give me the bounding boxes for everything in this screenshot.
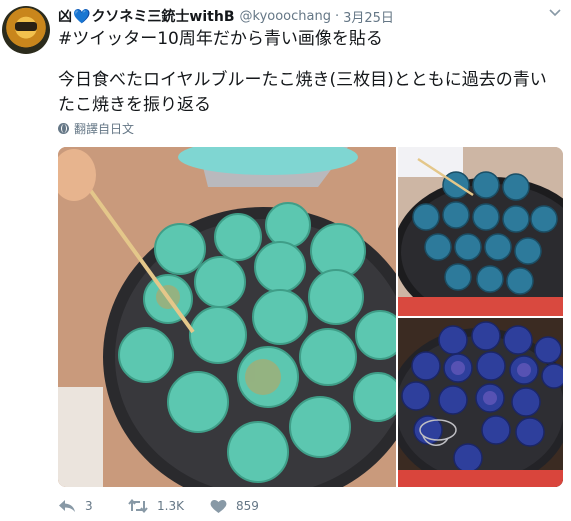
reply-icon bbox=[59, 500, 75, 512]
tweet-text-line-2: 今日食べたロイヤルブルーたこ焼き(三枚目)とともに過去の青いたこ焼きを振り返る bbox=[58, 70, 547, 115]
like-icon bbox=[210, 499, 227, 513]
translate-label: 翻譯自日文 bbox=[74, 122, 135, 136]
like-count: 859 bbox=[236, 499, 259, 513]
user-handle[interactable]: @kyooochang bbox=[240, 9, 331, 24]
tweet-text-line-1: #ツイッター10周年だから青い画像を貼る bbox=[58, 29, 383, 49]
tweet-header: 凶💙クソネミ三銃士withB @kyooochang · 3月25日 bbox=[58, 6, 541, 26]
chevron-down-icon[interactable] bbox=[549, 6, 561, 21]
photo-bottom-right[interactable] bbox=[398, 318, 563, 487]
display-name-suffix: クソネミ三銃士withB bbox=[91, 9, 235, 25]
media-grid bbox=[58, 147, 563, 487]
tweet-actions: 3 1.3K 859 bbox=[58, 495, 290, 517]
translate-link[interactable]: 翻譯自日文 bbox=[58, 120, 134, 137]
photo-top-right[interactable] bbox=[398, 147, 563, 316]
like-button[interactable]: 859 bbox=[210, 499, 290, 514]
globe-icon bbox=[58, 123, 69, 134]
avatar[interactable] bbox=[2, 6, 50, 54]
retweet-icon bbox=[128, 499, 148, 513]
tweet-date[interactable]: 3月25日 bbox=[343, 7, 394, 26]
photo-main[interactable] bbox=[58, 147, 396, 487]
retweet-count: 1.3K bbox=[157, 499, 184, 513]
retweet-button[interactable]: 1.3K bbox=[128, 499, 210, 513]
tweet-text: #ツイッター10周年だから青い画像を貼る 今日食べたロイヤルブルーたこ焼き(三枚… bbox=[58, 27, 563, 118]
display-name-prefix: 凶 bbox=[58, 9, 72, 25]
separator: · bbox=[334, 8, 340, 24]
heart-emoji-icon: 💙 bbox=[73, 9, 91, 25]
display-name[interactable]: 凶💙クソネミ三銃士withB bbox=[58, 6, 235, 26]
reply-count: 3 bbox=[85, 499, 93, 513]
reply-button[interactable]: 3 bbox=[58, 499, 128, 513]
